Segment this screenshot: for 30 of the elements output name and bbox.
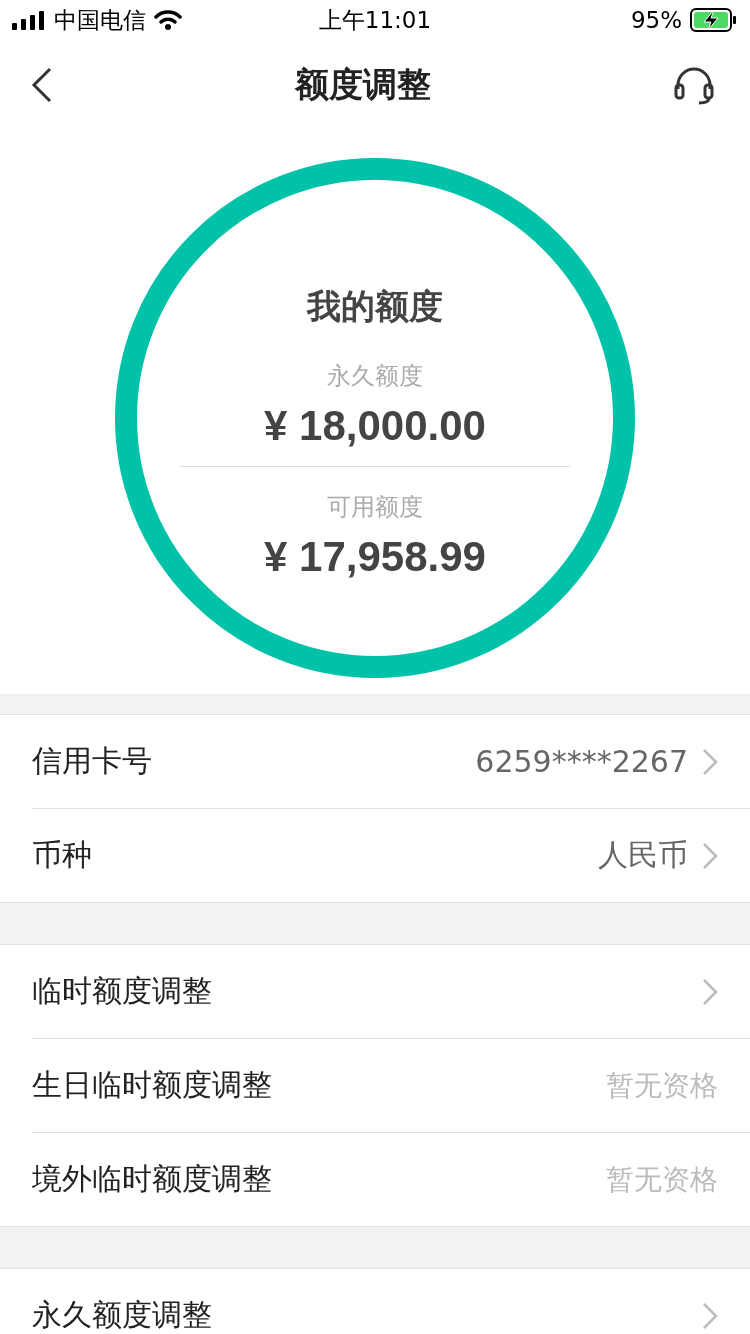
row-label: 临时额度调整 bbox=[32, 972, 213, 1010]
headset-icon[interactable] bbox=[672, 65, 716, 105]
signal-icon bbox=[12, 10, 46, 30]
row-value: 暂无资格 bbox=[606, 1067, 718, 1104]
row-label: 信用卡号 bbox=[32, 742, 153, 780]
row-label: 生日临时额度调整 bbox=[32, 1066, 273, 1104]
row-label: 永久额度调整 bbox=[32, 1296, 213, 1334]
row-value: 人民币 bbox=[598, 836, 688, 874]
quota-amount: ¥ 18,000.00 bbox=[264, 402, 486, 450]
quota-label: 永久额度 bbox=[327, 361, 423, 392]
quota-label: 可用额度 bbox=[327, 492, 423, 523]
page-title: 额度调整 bbox=[295, 63, 431, 106]
quota-amount: ¥ 17,958.99 bbox=[264, 533, 486, 581]
list-row[interactable]: 币种 人民币 bbox=[32, 808, 750, 902]
chevron-icon bbox=[702, 977, 718, 1006]
row-label: 币种 bbox=[32, 836, 93, 874]
back-icon[interactable] bbox=[30, 67, 54, 103]
wifi-icon bbox=[154, 9, 182, 31]
chevron-icon bbox=[702, 1301, 718, 1330]
row-value: 暂无资格 bbox=[606, 1161, 718, 1198]
chevron-icon bbox=[702, 747, 718, 776]
battery-percent: 95% bbox=[630, 7, 682, 33]
status-time: 上午11:01 bbox=[318, 5, 432, 35]
row-value: 6259****2267 bbox=[475, 744, 688, 779]
row-label: 境外临时额度调整 bbox=[32, 1160, 273, 1198]
quota-title: 我的额度 bbox=[307, 285, 443, 328]
carrier-name: 中国电信 bbox=[54, 5, 146, 35]
list-row[interactable]: 信用卡号 6259****2267 bbox=[32, 715, 750, 808]
chevron-icon bbox=[702, 841, 718, 870]
list-row[interactable]: 临时额度调整 bbox=[32, 945, 750, 1038]
